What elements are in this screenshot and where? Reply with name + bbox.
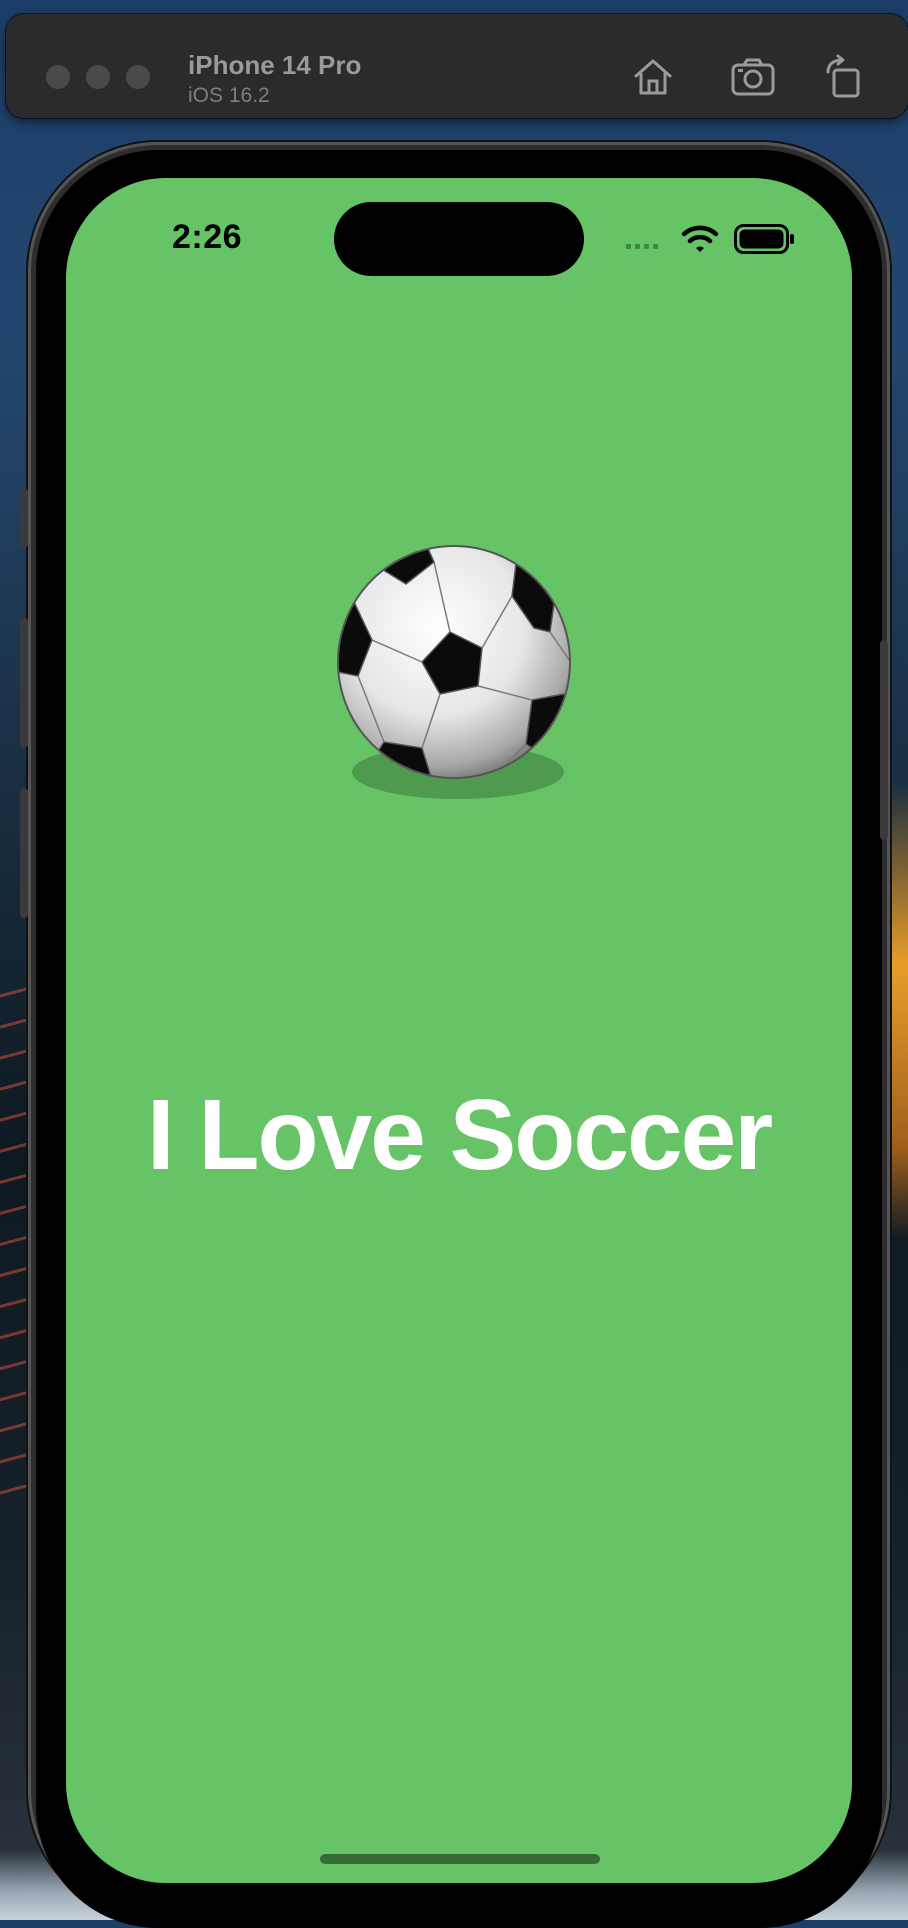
window-minimize-button[interactable] [86,65,110,89]
rotate-icon[interactable] [822,54,868,100]
volume-up-button[interactable] [20,618,28,748]
dynamic-island [334,202,584,276]
status-icons [626,224,794,254]
home-icon[interactable] [630,54,676,100]
device-name: iPhone 14 Pro [188,50,362,80]
cellular-icon [626,244,658,249]
screenshot-icon[interactable] [730,54,776,100]
silent-switch[interactable] [20,488,28,548]
headline-text: I Love Soccer [146,1079,773,1191]
status-time: 2:26 [172,218,243,256]
power-button[interactable] [880,640,888,840]
wifi-icon [681,225,719,252]
volume-down-button[interactable] [20,788,28,918]
window-zoom-button[interactable] [126,65,150,89]
window-close-button[interactable] [46,65,70,89]
app-screen: 2:26 I Love Soccer [66,178,852,1883]
battery-icon [734,224,794,254]
home-indicator[interactable] [320,1854,600,1864]
simulator-titlebar: iPhone 14 Pro iOS 16.2 [6,14,908,118]
device-os-version: iOS 16.2 [188,84,270,107]
soccer-ball-image [337,545,571,799]
